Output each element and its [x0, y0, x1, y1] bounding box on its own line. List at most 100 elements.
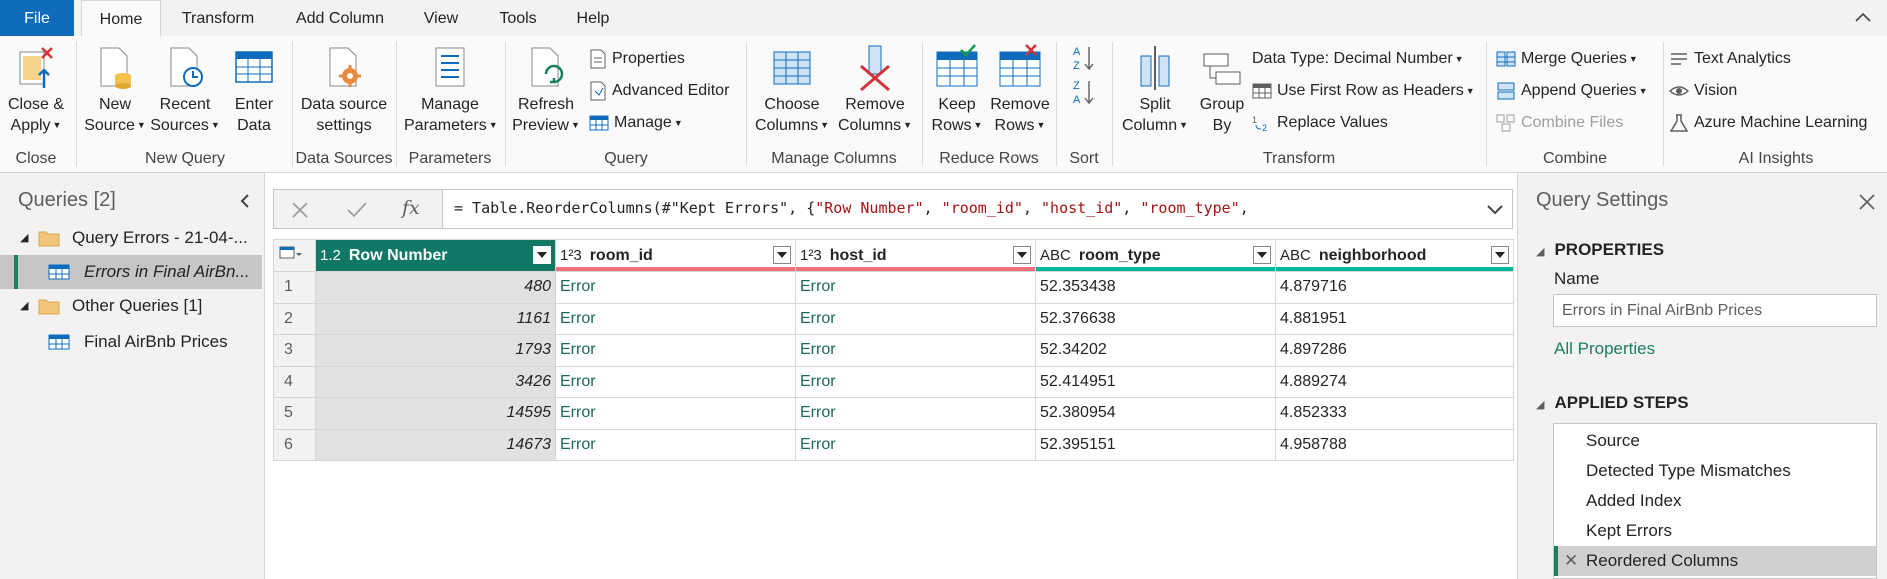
table-cell[interactable]: 1793	[315, 334, 556, 367]
choose-columns-button[interactable]: Choose Columns ▼	[752, 44, 832, 136]
remove-rows-button[interactable]: Remove Rows ▼	[988, 44, 1052, 136]
advanced-editor-button[interactable]: Advanced Editor	[589, 78, 729, 104]
table-cell[interactable]: 52.395151	[1035, 428, 1276, 461]
properties-section-header[interactable]: ◢ PROPERTIES	[1536, 240, 1664, 260]
fx-icon[interactable]: fx	[402, 197, 420, 219]
tab-help[interactable]: Help	[566, 0, 620, 36]
row-number-cell[interactable]: 3	[273, 334, 316, 367]
table-cell[interactable]: 1161	[315, 302, 556, 335]
row-number-cell[interactable]: 2	[273, 302, 316, 335]
error-cell[interactable]: Error	[795, 428, 1036, 461]
tab-tools[interactable]: Tools	[490, 0, 546, 36]
tree-folder-other-queries[interactable]: ◢ Other Queries [1]	[0, 289, 262, 323]
use-first-row-headers-button[interactable]: Use First Row as Headers ▼	[1252, 78, 1475, 104]
filter-dropdown-button[interactable]	[1013, 246, 1031, 264]
error-cell[interactable]: Error	[795, 397, 1036, 430]
table-cell[interactable]: 14673	[315, 428, 556, 461]
table-cell[interactable]: 4.879716	[1275, 271, 1514, 304]
azure-ml-button[interactable]: Azure Machine Learning	[1669, 110, 1867, 136]
error-cell[interactable]: Error	[555, 302, 796, 335]
collapse-triangle-icon[interactable]: ◢	[1536, 399, 1544, 411]
text-type-icon[interactable]: ABC	[1280, 247, 1311, 264]
column-header-neighborhood[interactable]: ABC neighborhood	[1275, 239, 1514, 272]
new-source-button[interactable]: New Source ▼	[82, 44, 148, 136]
split-column-button[interactable]: Split Column ▼	[1118, 44, 1192, 136]
error-cell[interactable]: Error	[795, 365, 1036, 398]
table-cell[interactable]: 52.414951	[1035, 365, 1276, 398]
tab-transform[interactable]: Transform	[170, 0, 266, 36]
enter-data-button[interactable]: Enter Data	[224, 44, 284, 136]
tab-view[interactable]: View	[414, 0, 468, 36]
collapse-ribbon-icon[interactable]	[1853, 8, 1873, 28]
refresh-preview-button[interactable]: Refresh Preview ▼	[511, 44, 581, 136]
tree-item-final-airbnb-prices[interactable]: Final AirBnb Prices	[0, 325, 262, 359]
error-cell[interactable]: Error	[555, 334, 796, 367]
step-item[interactable]: Kept Errors	[1554, 516, 1876, 546]
expand-triangle-icon[interactable]: ◢	[20, 221, 28, 255]
filter-dropdown-button[interactable]	[1491, 246, 1509, 264]
row-number-cell[interactable]: 4	[273, 365, 316, 398]
applied-steps-section-header[interactable]: ◢ APPLIED STEPS	[1536, 393, 1689, 413]
table-cell[interactable]: 52.353438	[1035, 271, 1276, 304]
merge-queries-button[interactable]: Merge Queries ▼	[1496, 46, 1638, 72]
append-queries-button[interactable]: Append Queries ▼	[1496, 78, 1648, 104]
tab-home[interactable]: Home	[81, 0, 161, 36]
cancel-icon[interactable]	[290, 200, 310, 220]
table-cell[interactable]: 52.376638	[1035, 302, 1276, 335]
sort-descending-icon[interactable]: ZA	[1072, 78, 1096, 106]
table-cell[interactable]: 4.897286	[1275, 334, 1514, 367]
tab-add-column[interactable]: Add Column	[285, 0, 395, 36]
table-cell[interactable]: 4.852333	[1275, 397, 1514, 430]
table-cell[interactable]: 14595	[315, 397, 556, 430]
expand-triangle-icon[interactable]: ◢	[20, 289, 28, 323]
expand-formula-chevron-icon[interactable]	[1486, 200, 1504, 218]
column-header-room-type[interactable]: ABC room_type	[1035, 239, 1276, 272]
close-icon[interactable]	[1858, 193, 1876, 211]
tab-file[interactable]: File	[0, 0, 74, 36]
filter-dropdown-button[interactable]	[1253, 246, 1271, 264]
data-type-dropdown[interactable]: Data Type: Decimal Number ▼	[1252, 46, 1464, 72]
step-item[interactable]: Added Index	[1554, 486, 1876, 516]
table-cell[interactable]: 4.958788	[1275, 428, 1514, 461]
table-cell[interactable]: 4.889274	[1275, 365, 1514, 398]
filter-dropdown-button[interactable]	[533, 246, 551, 264]
tree-item-errors-query[interactable]: Errors in Final AirBn...	[0, 255, 262, 289]
step-item-current[interactable]: ✕ Reordered Columns	[1554, 546, 1876, 576]
table-cell[interactable]: 3426	[315, 365, 556, 398]
whole-number-type-icon[interactable]: 1²3	[560, 247, 582, 264]
keep-rows-button[interactable]: Keep Rows ▼	[926, 44, 988, 136]
table-cell[interactable]: 480	[315, 271, 556, 304]
collapse-triangle-icon[interactable]: ◢	[1536, 246, 1544, 258]
column-header-room-id[interactable]: 1²3 room_id	[555, 239, 796, 272]
manage-button[interactable]: Manage ▼	[589, 110, 683, 136]
table-cell[interactable]: 52.34202	[1035, 334, 1276, 367]
error-cell[interactable]: Error	[795, 271, 1036, 304]
all-properties-link[interactable]: All Properties	[1554, 339, 1655, 359]
whole-number-type-icon[interactable]: 1²3	[800, 247, 822, 264]
step-item[interactable]: Source	[1554, 426, 1876, 456]
query-name-input[interactable]	[1553, 294, 1877, 327]
column-header-host-id[interactable]: 1²3 host_id	[795, 239, 1036, 272]
data-source-settings-button[interactable]: Data source settings	[298, 44, 390, 136]
confirm-check-icon[interactable]	[346, 200, 368, 220]
vision-button[interactable]: Vision	[1668, 78, 1737, 104]
decimal-type-icon[interactable]: 1.2	[320, 247, 341, 264]
table-cell[interactable]: 52.380954	[1035, 397, 1276, 430]
delete-step-icon[interactable]: ✕	[1564, 546, 1578, 576]
text-type-icon[interactable]: ABC	[1040, 247, 1071, 264]
table-menu-button[interactable]	[273, 239, 316, 272]
formula-input[interactable]: = Table.ReorderColumns(#"Kept Errors", {…	[454, 199, 1249, 217]
replace-values-button[interactable]: 1 2 Replace Values	[1252, 110, 1388, 136]
error-cell[interactable]: Error	[795, 302, 1036, 335]
close-apply-button[interactable]: Close & Apply ▼	[4, 44, 68, 136]
error-cell[interactable]: Error	[555, 365, 796, 398]
error-cell[interactable]: Error	[555, 271, 796, 304]
error-cell[interactable]: Error	[555, 397, 796, 430]
properties-button[interactable]: Properties	[589, 46, 685, 72]
sort-ascending-icon[interactable]: AZ	[1072, 44, 1096, 72]
manage-parameters-button[interactable]: Manage Parameters ▼	[404, 44, 498, 136]
row-number-cell[interactable]: 6	[273, 428, 316, 461]
error-cell[interactable]: Error	[795, 334, 1036, 367]
combine-files-button[interactable]: Combine Files	[1496, 110, 1623, 136]
step-item[interactable]: Detected Type Mismatches	[1554, 456, 1876, 486]
